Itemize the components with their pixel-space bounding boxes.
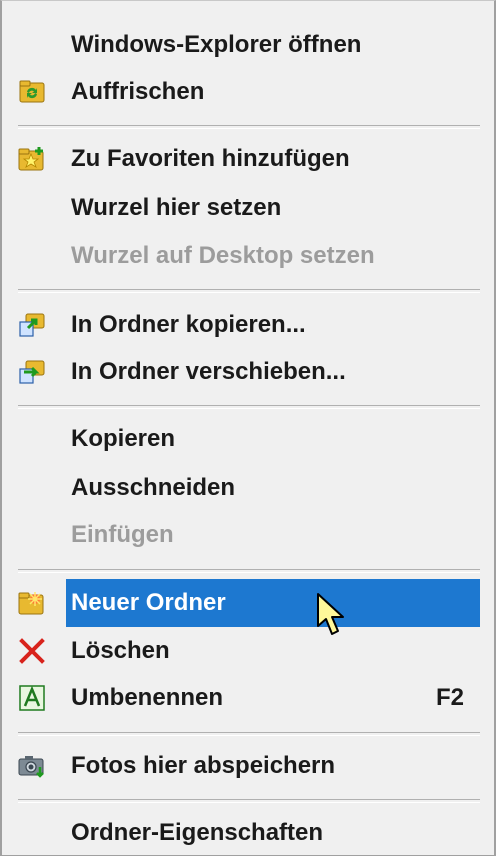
menu-item-move-to-folder[interactable]: In Ordner verschieben... [4, 348, 480, 396]
menu-item-root-desktop[interactable]: Wurzel auf Desktop setzen [4, 232, 480, 280]
context-menu: Windows-Explorer öffnen Auffrischen Zu F… [0, 0, 496, 856]
menu-item-folder-properties[interactable]: Ordner-Eigenschaften [4, 809, 480, 857]
menu-separator [18, 289, 480, 293]
menu-item-label: Ordner-Eigenschaften [71, 819, 324, 846]
new-folder-icon [18, 590, 46, 616]
menu-item-label: Kopieren [71, 425, 176, 452]
menu-item-set-root[interactable]: Wurzel hier setzen [4, 184, 480, 232]
shortcut-key: F2 [435, 684, 464, 711]
menu-item-label: Umbenennen [71, 684, 224, 711]
menu-item-label: Löschen [71, 637, 170, 664]
menu-separator [18, 732, 480, 736]
menu-item-label: Zu Favoriten hinzufügen [71, 145, 350, 172]
menu-item-label: In Ordner verschieben... [71, 358, 346, 385]
menu-item-copy[interactable]: Kopieren [4, 415, 480, 463]
camera-icon [18, 753, 46, 779]
rename-icon [18, 685, 46, 711]
menu-separator [18, 799, 480, 803]
refresh-folder-icon [18, 79, 46, 105]
menu-item-label: Neuer Ordner [71, 589, 226, 616]
move-to-folder-icon [18, 359, 46, 385]
menu-item-label: Wurzel auf Desktop setzen [71, 242, 375, 269]
menu-item-refresh[interactable]: Auffrischen [4, 68, 480, 116]
menu-separator [18, 125, 480, 129]
menu-item-rename[interactable]: Umbenennen F2 [4, 674, 480, 722]
delete-x-icon [18, 638, 46, 664]
menu-item-open-explorer[interactable]: Windows-Explorer öffnen [4, 21, 480, 69]
menu-item-delete[interactable]: Löschen [4, 627, 480, 675]
menu-separator [18, 569, 480, 573]
menu-separator [18, 405, 480, 409]
menu-item-label: Einfügen [71, 521, 174, 548]
menu-item-new-folder[interactable]: Neuer Ordner [66, 579, 480, 627]
menu-item-label: Windows-Explorer öffnen [71, 31, 362, 58]
menu-item-save-photos[interactable]: Fotos hier abspeichern [4, 742, 480, 790]
menu-item-label: Ausschneiden [71, 474, 236, 501]
copy-to-folder-icon [18, 312, 46, 338]
menu-item-copy-to-folder[interactable]: In Ordner kopieren... [4, 301, 480, 349]
menu-item-add-favorites[interactable]: Zu Favoriten hinzufügen [4, 135, 480, 183]
menu-item-label: In Ordner kopieren... [71, 311, 306, 338]
favorite-star-folder-icon [18, 146, 46, 172]
menu-item-label: Auffrischen [71, 78, 205, 105]
menu-item-label: Wurzel hier setzen [71, 194, 282, 221]
menu-item-paste[interactable]: Einfügen [4, 511, 480, 559]
menu-item-cut[interactable]: Ausschneiden [4, 464, 480, 512]
mouse-cursor-icon [317, 593, 344, 635]
menu-item-label: Fotos hier abspeichern [71, 752, 336, 779]
